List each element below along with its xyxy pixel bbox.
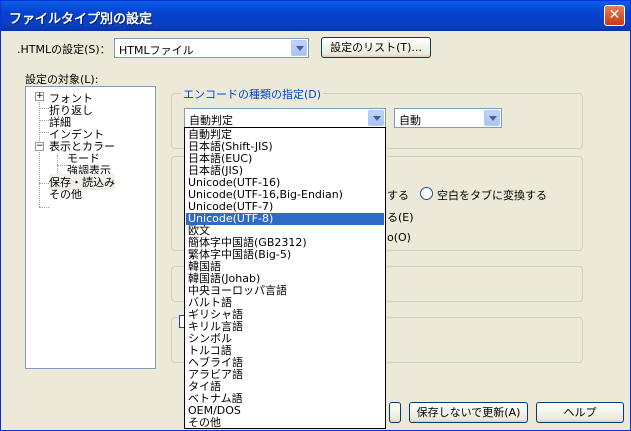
linebreak-select[interactable]: 自動	[394, 108, 502, 128]
convert-option-suffix: する	[387, 189, 409, 202]
dialog-window: ファイルタイプ別の設定 ✕ .HTMLの設定(S)： HTMLファイル 設定のリ…	[0, 0, 631, 431]
filetype-select[interactable]: HTMLファイル	[114, 38, 309, 58]
encoding-value: 自動判定	[189, 114, 233, 127]
option-o-label[interactable]: o(O)	[387, 231, 411, 244]
settings-label: .HTMLの設定(S)：	[17, 43, 111, 56]
tree-connector	[39, 132, 49, 133]
linebreak-value: 自動	[399, 114, 421, 127]
tree-connector	[39, 120, 49, 121]
chevron-down-icon[interactable]	[368, 110, 384, 126]
encoding-dropdown-list[interactable]: 自動判定 日本語(Shift-JIS) 日本語(EUC) 日本語(JIS) Unicod…	[184, 127, 386, 429]
encoding-select[interactable]: 自動判定	[184, 108, 386, 128]
tree-connector	[39, 207, 49, 208]
collapse-icon[interactable]: −	[35, 142, 44, 151]
target-tree[interactable]: + フォント 折り返し 詳細 インデント − 表示とカラー モード 強調表示 保…	[25, 86, 156, 369]
chevron-down-icon[interactable]	[484, 110, 500, 126]
space-to-tab-radio[interactable]	[420, 187, 433, 200]
chevron-down-icon[interactable]	[291, 40, 307, 56]
window-title: ファイルタイプ別の設定	[9, 12, 153, 27]
filetype-value: HTMLファイル	[119, 44, 194, 57]
space-to-tab-label[interactable]: 空白をタブに変換する	[437, 187, 547, 203]
ok-button-edge[interactable]	[389, 402, 401, 423]
tree-connector	[39, 95, 40, 207]
tree-connector	[39, 183, 49, 184]
dropdown-option[interactable]: その他	[186, 417, 384, 429]
target-label: 設定の対象(L):	[25, 73, 99, 86]
close-button[interactable]: ✕	[604, 5, 625, 26]
tree-connector	[57, 165, 67, 166]
update-without-save-button[interactable]: 保存しないで更新(A)	[409, 402, 528, 423]
title-bar[interactable]: ファイルタイプ別の設定 ✕	[1, 1, 630, 31]
dropdown-option[interactable]: Unicode(UTF-8)	[186, 213, 384, 225]
help-button[interactable]: ヘルプ	[536, 402, 624, 423]
tree-item-other[interactable]: その他	[49, 186, 82, 202]
option-e-label[interactable]: る(E)	[387, 209, 414, 225]
settings-list-button[interactable]: 設定のリスト(T)...	[321, 37, 431, 58]
tree-connector	[39, 108, 49, 109]
expand-icon[interactable]: +	[35, 92, 44, 101]
encoding-group-title: エンコードの種類の指定(D)	[181, 86, 324, 102]
